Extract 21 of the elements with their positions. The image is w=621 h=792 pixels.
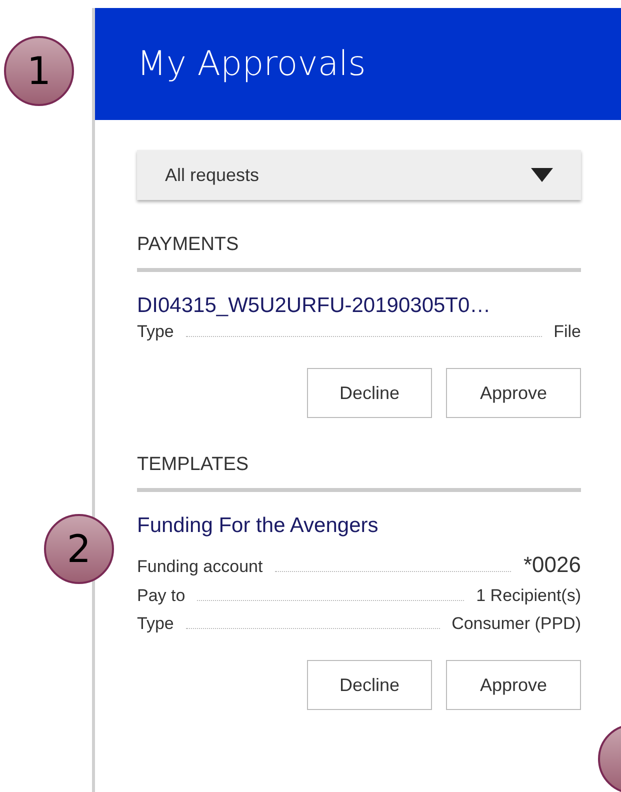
callout-marker: 1	[4, 36, 74, 106]
detail-label: Funding account	[137, 557, 263, 577]
item-title[interactable]: Funding For the Avengers	[137, 514, 581, 538]
page-title: My Approvals	[137, 44, 366, 84]
detail-value: 1 Recipient(s)	[476, 586, 581, 606]
decline-button[interactable]: Decline	[307, 660, 432, 710]
section-heading: PAYMENTS	[137, 234, 581, 272]
detail-value: File	[554, 322, 581, 342]
section-heading: TEMPLATES	[137, 454, 581, 492]
detail-label: Pay to	[137, 586, 186, 606]
caret-icon	[531, 168, 553, 182]
callout-marker: 2	[44, 514, 114, 584]
approve-button[interactable]: Approve	[446, 368, 581, 418]
detail-value: Consumer (PPD)	[452, 614, 581, 634]
detail-label: Type	[137, 322, 174, 342]
filter-dropdown[interactable]: All requests	[137, 150, 581, 200]
detail-label: Type	[137, 614, 174, 634]
item-title[interactable]: DI04315_W5U2URFU-20190305T0…	[137, 294, 581, 318]
decline-button[interactable]: Decline	[307, 368, 432, 418]
approve-button[interactable]: Approve	[446, 660, 581, 710]
detail-value: *0026	[523, 552, 581, 578]
